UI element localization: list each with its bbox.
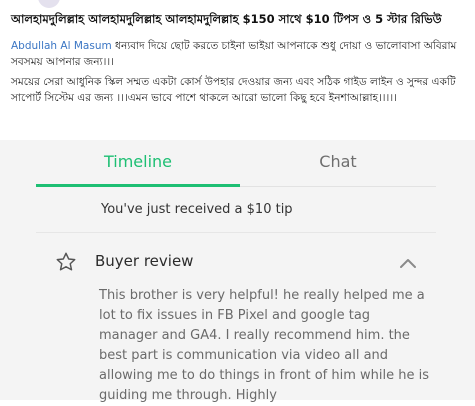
post-paragraph: সময়ের সেরা আধুনিক স্কিল সম্মত একটা কোর্… (11, 76, 456, 104)
tip-message: You've just received a $10 tip (101, 202, 293, 217)
order-panel: Timeline Chat You've just received a $10… (0, 140, 475, 403)
post-section: · · · · · · · · · · · · · · আলহামদুলিল্ল… (0, 0, 475, 140)
reply-author-link[interactable]: Abdullah Al Masum (11, 40, 112, 52)
tab-chat[interactable]: Chat (240, 152, 436, 171)
reply-text: Abdullah Al Masum ধন্যবাদ দিয়ে ছোট করতে… (11, 38, 466, 70)
post-headline: আলহামদুলিল্লাহ আলহামদুলিল্লাহ আলহামদুলিল… (11, 12, 442, 26)
post-meta: · · · · · · · · · · · · · · (66, 0, 152, 5)
buyer-review-text: This brother is very helpful! he really … (99, 288, 430, 403)
active-tab-indicator (36, 184, 240, 187)
avatar (38, 0, 60, 8)
buyer-review-title: Buyer review (95, 252, 194, 270)
divider (36, 232, 436, 233)
chevron-up-icon[interactable] (398, 256, 418, 270)
star-outline-icon (56, 252, 76, 271)
tab-timeline[interactable]: Timeline (36, 152, 240, 171)
